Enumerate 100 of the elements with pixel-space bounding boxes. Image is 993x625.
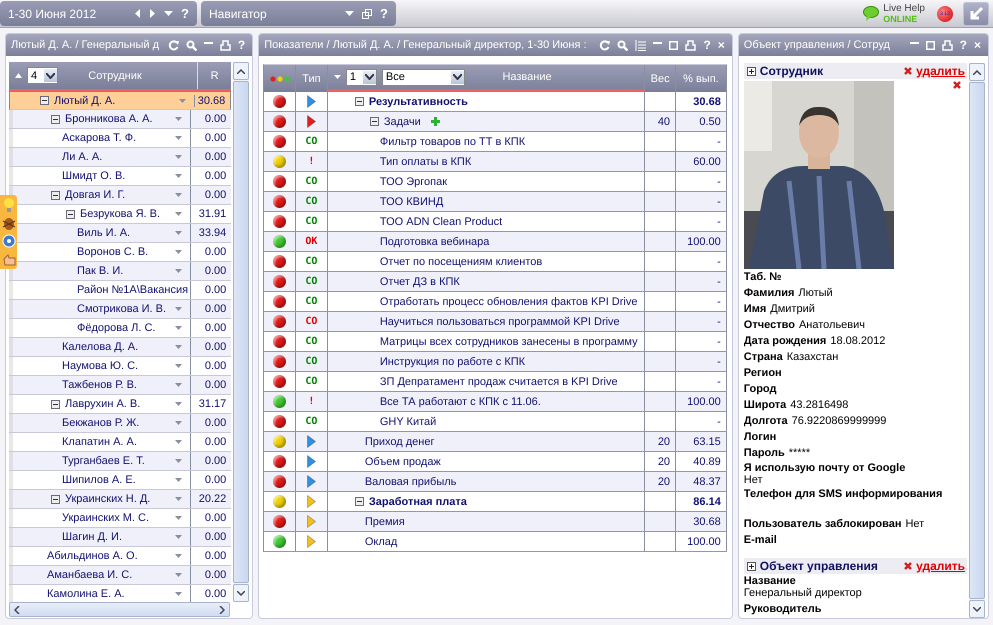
column-header[interactable]: 4 Сотрудник	[9, 62, 198, 89]
scroll-up-icon[interactable]	[973, 70, 981, 74]
caret-icon[interactable]	[175, 573, 182, 577]
caret-icon[interactable]	[175, 307, 182, 311]
hand-icon[interactable]	[2, 251, 16, 267]
delete-icon[interactable]	[904, 562, 912, 570]
horizontal-scrollbar[interactable]	[9, 602, 230, 617]
caret-icon[interactable]	[175, 364, 182, 368]
restore-button[interactable]	[963, 2, 989, 26]
filter-select[interactable]: Все	[382, 68, 465, 86]
speech-bubble-icon[interactable]	[863, 6, 880, 21]
indicator-name: Инструкция по работе с КПК	[380, 356, 526, 368]
scroll-right-icon[interactable]	[219, 606, 226, 614]
field-label: Широта	[744, 399, 786, 411]
indicator-name: Матрицы всех сотрудников занесены в программу	[380, 336, 638, 348]
type-tag: !	[308, 396, 314, 407]
field-label: Руководитель	[744, 603, 822, 615]
collapse-toggle[interactable]	[370, 117, 379, 126]
refresh-icon[interactable]	[168, 40, 179, 50]
windows-icon[interactable]	[362, 8, 372, 18]
caret-icon[interactable]	[334, 75, 341, 79]
caret-icon[interactable]	[175, 478, 182, 482]
caret-icon[interactable]	[175, 250, 182, 254]
plus-icon[interactable]	[430, 117, 440, 126]
table-cell: 20	[658, 456, 670, 468]
collapse-toggle[interactable]	[354, 497, 364, 506]
sort-icon[interactable]	[15, 73, 22, 78]
field-label: Имя	[744, 303, 766, 315]
panel-title: Объект управления / Сотруд	[744, 39, 891, 51]
caret-icon[interactable]	[175, 212, 182, 216]
table-cell: -	[717, 276, 721, 288]
caret-icon[interactable]	[175, 383, 182, 387]
field-value: 76.9220869999999	[792, 415, 886, 427]
delete-link[interactable]: удалить	[916, 559, 965, 573]
live-help-label[interactable]: Live Help	[883, 4, 925, 14]
collapse-toggle[interactable]	[66, 210, 75, 218]
table-cell: -	[717, 296, 721, 308]
section-header[interactable]: Объект управления удалить	[744, 558, 967, 574]
caret-icon[interactable]	[345, 10, 354, 16]
level-select[interactable]: 4	[27, 67, 58, 84]
table-cell: 30.68	[693, 516, 721, 528]
delete-icon[interactable]	[904, 67, 912, 75]
caret-icon[interactable]	[179, 98, 186, 102]
caret-icon[interactable]	[175, 174, 182, 178]
caret-icon[interactable]	[175, 193, 182, 197]
left-arrow-icon[interactable]	[134, 9, 142, 18]
section-header[interactable]: Сотрудник удалить	[744, 63, 967, 79]
caret-icon[interactable]	[175, 117, 182, 121]
caret-icon[interactable]	[175, 231, 182, 235]
bug-icon[interactable]	[2, 215, 16, 231]
indicator-name: Отчет по посещениям клиентов	[380, 256, 542, 268]
collapse-toggle[interactable]	[51, 114, 60, 124]
scroll-left-icon[interactable]	[14, 606, 20, 614]
expand-icon[interactable]	[746, 562, 756, 570]
caret-icon[interactable]	[175, 535, 182, 539]
print-icon[interactable]	[685, 40, 696, 50]
indicator-name: Задачи	[384, 116, 421, 128]
delete-icon[interactable]	[953, 81, 961, 89]
right-arrow-icon[interactable]	[149, 9, 156, 18]
expand-icon[interactable]	[746, 66, 756, 76]
vertical-scrollbar[interactable]	[969, 63, 985, 618]
employee-name: Украинских М. С.	[62, 512, 150, 524]
collapse-toggle[interactable]	[40, 96, 49, 105]
caret-icon[interactable]	[164, 10, 174, 16]
caret-icon[interactable]	[175, 592, 182, 596]
refresh-icon[interactable]	[599, 40, 610, 50]
caret-icon[interactable]	[175, 269, 182, 273]
maximize-icon[interactable]	[926, 40, 935, 50]
caret-icon[interactable]	[175, 345, 182, 349]
caret-icon[interactable]	[175, 459, 182, 463]
caret-icon[interactable]	[175, 421, 182, 425]
print-icon[interactable]	[220, 40, 231, 50]
delete-link[interactable]: удалить	[916, 64, 965, 78]
indicator-name: ТОО КВИНД	[380, 196, 444, 208]
caret-icon[interactable]	[175, 155, 182, 159]
maximize-icon[interactable]	[669, 40, 678, 50]
collapse-toggle[interactable]	[51, 190, 60, 200]
list-icon[interactable]	[635, 40, 646, 50]
search-icon[interactable]	[186, 40, 197, 50]
collapse-toggle[interactable]	[51, 494, 60, 504]
indicator-name: Премия	[364, 516, 405, 528]
scroll-up-icon[interactable]	[237, 68, 246, 74]
collapse-toggle[interactable]	[354, 97, 364, 106]
scroll-down-icon[interactable]	[237, 590, 246, 596]
collapse-toggle[interactable]	[51, 400, 60, 408]
indicator-name: Оклад	[364, 536, 398, 548]
caret-icon[interactable]	[175, 516, 182, 520]
caret-icon[interactable]	[175, 440, 182, 444]
scroll-down-icon[interactable]	[973, 606, 981, 612]
caret-icon[interactable]	[175, 136, 182, 140]
caret-icon[interactable]	[175, 402, 182, 406]
employee-name: Украинских Н. Д.	[65, 493, 150, 505]
vertical-scrollbar[interactable]	[233, 62, 250, 602]
table-cell: 30.68	[693, 96, 721, 108]
level-select[interactable]: 1	[346, 68, 377, 86]
caret-icon[interactable]	[175, 326, 182, 330]
caret-icon[interactable]	[175, 497, 182, 501]
search-icon[interactable]	[617, 40, 628, 50]
caret-icon[interactable]	[175, 554, 182, 558]
print-icon[interactable]	[942, 40, 953, 50]
